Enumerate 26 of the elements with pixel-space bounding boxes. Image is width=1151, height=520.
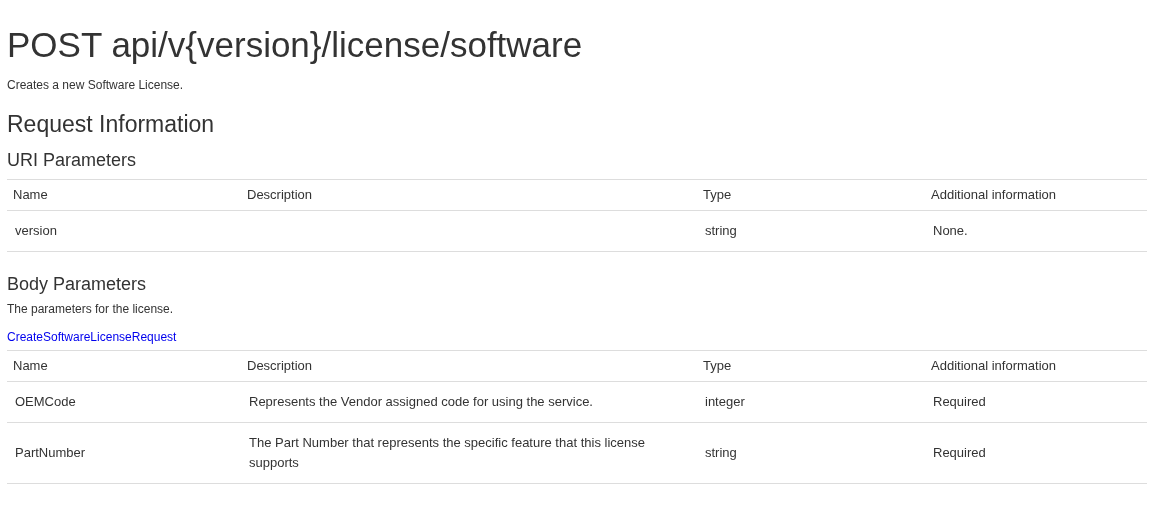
column-header: Description — [246, 357, 314, 376]
page-title: POST api/v{version}/license/software — [7, 24, 584, 66]
table-cell: integer — [705, 394, 745, 409]
table-cell: The Part Number that represents the specific feature that this license supports — [249, 435, 645, 470]
column-header: Name — [12, 357, 49, 376]
body-description: The parameters for the license. — [7, 301, 175, 318]
table-cell: string — [705, 223, 737, 238]
column-header: Additional information — [930, 186, 1058, 205]
column-header: Additional information — [930, 357, 1058, 376]
table-cell: Represents the Vendor assigned code for using the service. — [249, 394, 593, 409]
table-cell: Required — [933, 394, 986, 409]
table-cell: PartNumber — [15, 445, 86, 460]
section-heading: URI Parameters — [7, 149, 138, 172]
table-cell: None. — [933, 223, 968, 238]
table-cell: string — [705, 445, 737, 460]
table-cell: version — [15, 223, 57, 238]
section-heading: Body Parameters — [7, 273, 148, 296]
column-header: Description — [246, 186, 314, 205]
description: Creates a new Software License. — [7, 77, 185, 94]
type-link[interactable]: CreateSoftwareLicenseRequest — [7, 330, 177, 344]
column-header: Type — [702, 357, 733, 376]
column-header: Name — [12, 186, 49, 205]
column-header: Type — [702, 186, 733, 205]
table-cell: OEMCode — [15, 394, 76, 409]
section-heading: Request Information — [7, 110, 216, 138]
table-cell: Required — [933, 445, 986, 460]
